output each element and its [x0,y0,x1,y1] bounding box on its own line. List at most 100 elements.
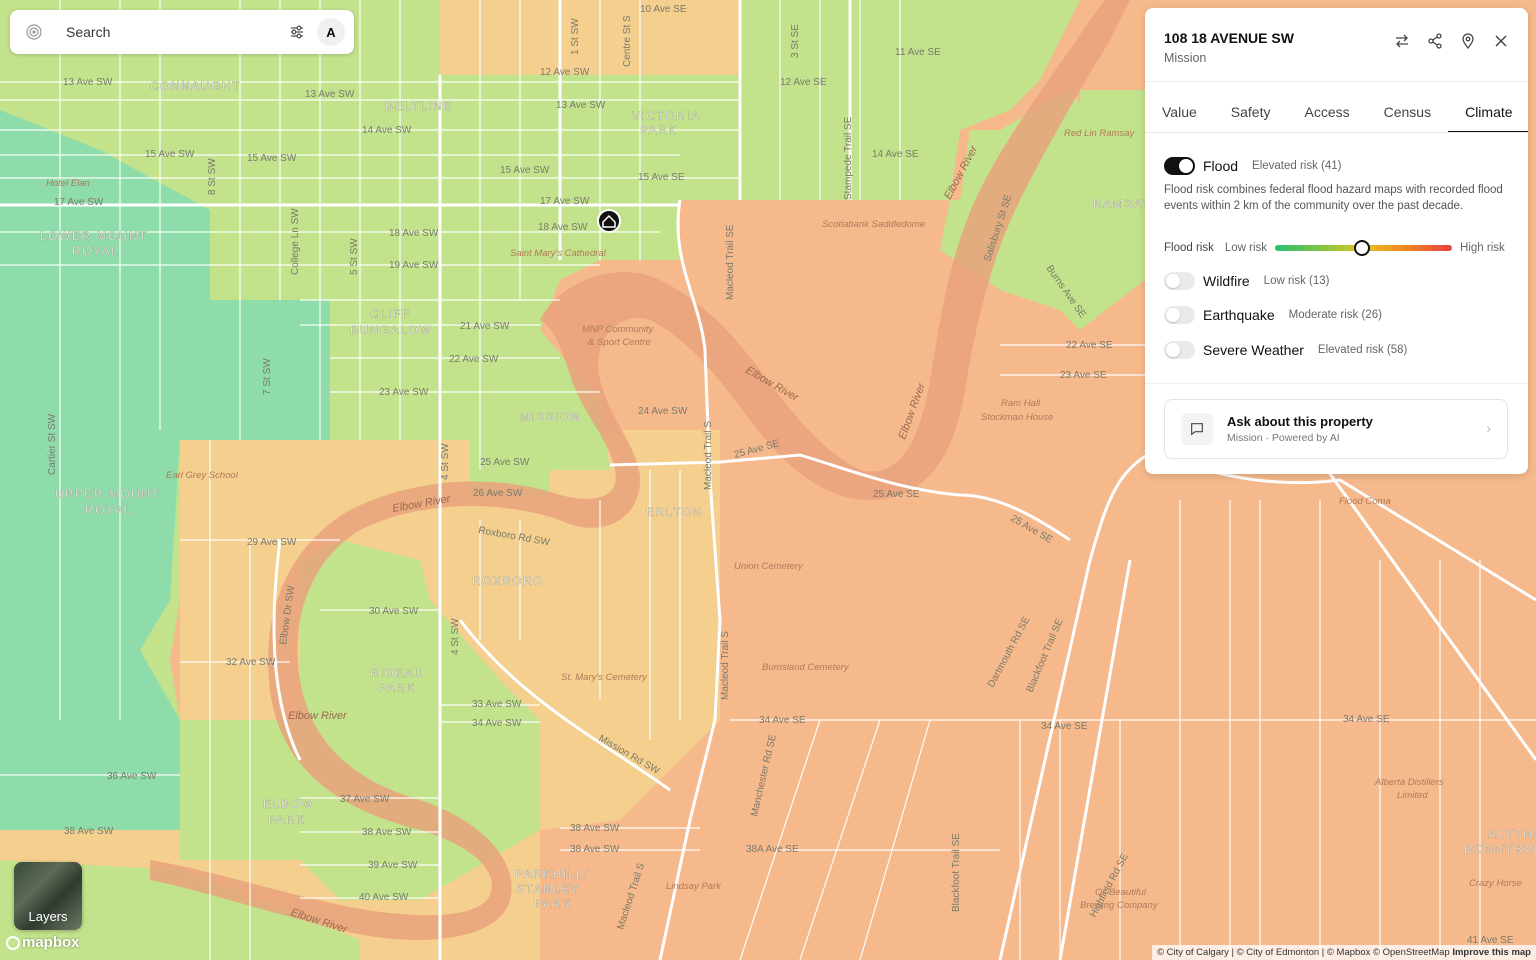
hood-cliff-bungalow: CLIFF [370,307,411,321]
share-icon[interactable] [1426,32,1444,50]
property-community: Mission [1164,51,1207,65]
flood-description: Flood risk combines federal flood hazard… [1164,184,1503,212]
risk-name: Earthquake [1203,307,1275,323]
street-label: 17 Ave SW [540,196,590,207]
hood-victoria-park-2: PARK [640,123,678,137]
risk-level-marker [1353,240,1370,256]
poi-label: Flood Coma [1339,496,1391,507]
risk-gradient-bar [1275,240,1453,256]
section-divider [1145,383,1528,384]
hood-alyth: ALYTH/ [1488,827,1536,841]
street-label: 11 Ave SE [895,47,941,58]
earthquake-toggle[interactable] [1164,306,1195,324]
layers-button[interactable]: Layers [14,862,82,930]
street-label: 36 Ave SW [107,771,157,782]
street-label: 21 Ave SW [460,321,510,332]
street-label: 8 St SW [207,158,218,195]
risk-row-wildfire: Wildfire Low risk (13) [1164,272,1330,290]
chat-bubble-icon [1181,413,1213,445]
street-label: 18 Ave SW [389,228,439,239]
street-label: College Ln SW [290,208,301,275]
street-label: 33 Ave SW [472,699,522,710]
zone-moderate [440,0,740,75]
risk-value: Elevated risk (58) [1317,344,1408,356]
flood-toggle[interactable] [1164,157,1195,175]
street-label: 25 Ave SE [873,489,920,500]
street-label: 38 Ave SW [570,844,620,855]
attribution-text[interactable]: © City of Calgary | © City of Edmonton |… [1157,947,1450,958]
street-label: Stampede Trail SE [843,116,854,200]
risk-name: Wildfire [1203,273,1250,289]
user-avatar[interactable]: A [317,18,345,46]
risk-name: Severe Weather [1203,342,1304,358]
hood-parkhill-3: PARK [534,897,572,911]
street-label: 38A Ave SE [746,844,799,855]
poi-label: Crazy Horse [1469,878,1522,889]
street-label: 15 Ave SW [145,149,195,160]
poi-label: Earl Grey School [166,470,239,481]
risk-value: Moderate risk (26) [1288,309,1382,321]
hood-mission: MISSION [520,410,581,424]
street-label: 32 Ave SW [226,657,276,668]
street-label: 15 Ave SW [247,153,297,164]
street-label: 22 Ave SW [449,354,499,365]
tabs-divider [1145,132,1528,133]
street-label: 38 Ave SW [64,826,114,837]
scale-title: Flood risk [1164,242,1214,254]
filter-sliders-icon[interactable] [288,23,306,41]
street-label: 38 Ave SW [362,827,412,838]
street-label: 15 Ave SW [500,165,550,176]
poi-label: Red Lin Ramsay [1064,128,1135,139]
mapbox-logo[interactable]: mapbox [6,934,80,951]
risk-row-severe-weather: Severe Weather Elevated risk (58) [1164,341,1407,359]
street-label: 13 Ave SW [556,100,606,111]
hood-cliff-bungalow-2: BUNGALOW [350,323,432,337]
street-label: Macleod Trail S [720,631,731,700]
street-label: 34 Ave SE [1343,714,1390,725]
zone-low [180,720,300,860]
panel-actions [1393,32,1510,50]
street-label: 13 Ave SW [305,89,355,100]
street-label: 7 St SW [262,358,273,395]
tab-value[interactable]: Value [1145,99,1214,133]
street-label: 22 Ave SE [1066,340,1113,351]
panel-tabs: Value Safety Access Census Climate [1145,99,1528,133]
street-label: 34 Ave SW [472,718,522,729]
hood-rideau-park: RIDEAU [370,666,424,680]
hood-lower-mount-royal-2: ROYAL [72,244,119,258]
street-label: 14 Ave SE [872,149,919,160]
poi-label: & Sport Centre [588,337,651,348]
ask-subtitle: Mission · Powered by AI [1227,432,1340,444]
compare-arrows-icon[interactable] [1393,32,1411,50]
tab-access[interactable]: Access [1287,99,1366,133]
street-label: 4 St SW [450,618,461,655]
hood-ramsay: RAMSAY [1093,197,1152,211]
street-label: 13 Ave SW [63,77,113,88]
hood-roxboro: ROXBORO [472,574,544,588]
street-label: Centre St S [622,15,633,67]
property-marker[interactable] [597,209,621,233]
hood-lower-mount-royal: LOWER MOUNT [40,229,148,243]
improve-map-link[interactable]: Improve this map [1452,947,1531,958]
tab-climate[interactable]: Climate [1448,99,1528,133]
hood-elbow-park-2: PARK [268,813,306,827]
street-label: Blackfoot Trail SE [951,833,962,912]
flood-risk-scale: Flood risk Low risk High risk [1164,240,1512,256]
risk-name: Flood [1203,158,1239,174]
property-address: 108 18 AVENUE SW [1164,30,1294,46]
street-label: 15 Ave SE [638,172,685,183]
wildfire-toggle[interactable] [1164,272,1195,290]
location-target-icon[interactable] [25,23,43,41]
close-icon[interactable] [1492,32,1510,50]
poi-label: Limited [1397,790,1428,801]
tab-safety[interactable]: Safety [1214,99,1288,133]
severe-weather-toggle[interactable] [1164,341,1195,359]
poi-label: Scotiabank Saddledome [822,219,925,230]
search-input[interactable] [64,23,268,41]
street-label: 23 Ave SE [1060,370,1107,381]
tab-census[interactable]: Census [1367,99,1448,133]
ask-ai-button[interactable]: Ask about this property Mission · Powere… [1164,399,1508,459]
street-label: 3 St SE [790,24,801,58]
map-pin-icon[interactable] [1459,32,1477,50]
street-label: 18 Ave SW [538,222,588,233]
